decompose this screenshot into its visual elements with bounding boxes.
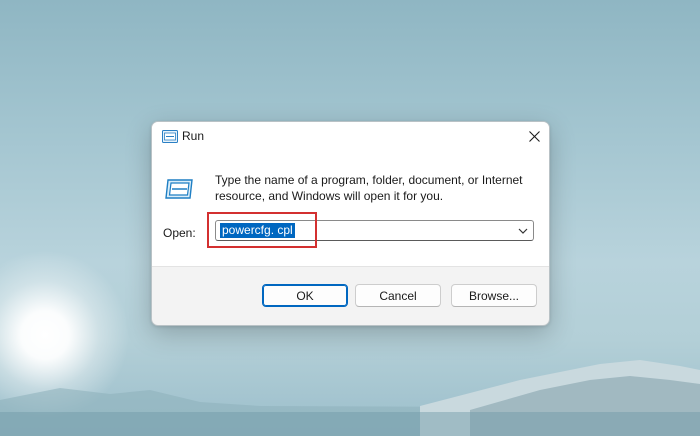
browse-button[interactable]: Browse... <box>451 284 537 307</box>
dialog-description: Type the name of a program, folder, docu… <box>215 173 523 203</box>
close-button[interactable] <box>519 122 549 150</box>
dialog-content: Type the name of a program, folder, docu… <box>152 150 549 267</box>
close-icon <box>528 130 540 142</box>
annotation-highlight-box <box>207 212 317 248</box>
dialog-titlebar: Run <box>152 122 549 150</box>
run-dialog: Run Type the name of a program, folder, … <box>151 121 550 326</box>
ok-button[interactable]: OK <box>262 284 348 307</box>
dialog-title: Run <box>182 129 205 143</box>
chevron-down-icon[interactable] <box>516 224 530 238</box>
cancel-button[interactable]: Cancel <box>355 284 441 307</box>
desktop-background: Run Type the name of a program, folder, … <box>0 0 700 436</box>
open-label: Open: <box>163 226 196 240</box>
mountains-landscape <box>0 360 700 436</box>
run-large-icon <box>165 179 193 199</box>
run-icon <box>162 130 178 143</box>
